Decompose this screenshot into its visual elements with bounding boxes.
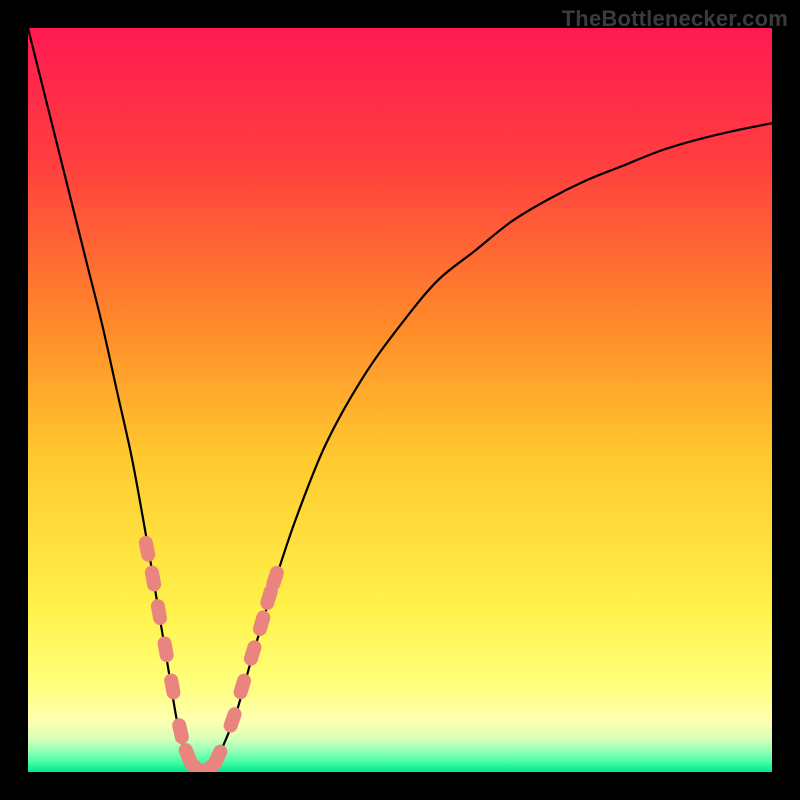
curve-marker [232, 672, 253, 701]
plot-area [28, 28, 772, 772]
curve-markers [138, 535, 286, 772]
curve-marker [156, 635, 174, 663]
curve-marker [222, 705, 244, 734]
curve-marker [251, 609, 272, 638]
curve-marker [138, 535, 157, 563]
curve-marker [171, 717, 190, 745]
bottleneck-curve [28, 28, 772, 772]
chart-frame: TheBottlenecker.com [0, 0, 800, 800]
curve-marker [242, 638, 263, 667]
curve-layer [28, 28, 772, 772]
watermark-text: TheBottlenecker.com [562, 6, 788, 32]
curve-marker [163, 672, 181, 700]
curve-marker [144, 564, 163, 592]
curve-marker [150, 598, 168, 626]
